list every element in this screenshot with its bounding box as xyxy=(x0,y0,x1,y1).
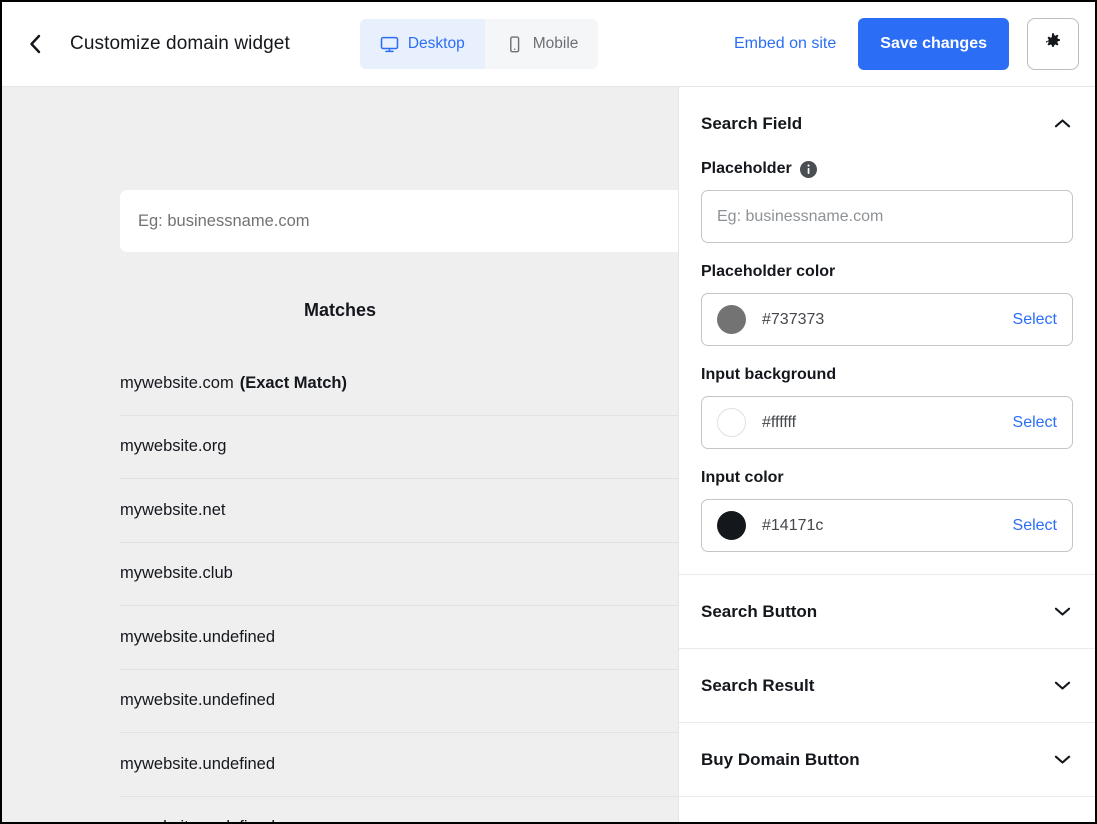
field-input-background-label: Input background xyxy=(701,366,837,383)
chevron-left-icon xyxy=(28,33,42,55)
match-row[interactable]: mywebsite.undefined xyxy=(120,606,678,670)
input-color-row[interactable]: #14171c Select xyxy=(701,499,1073,552)
save-changes-button[interactable]: Save changes xyxy=(858,18,1009,70)
section-search-result-title: Search Result xyxy=(701,675,815,695)
widget-preview: Eg: businessname.com Matches mywebsite.c… xyxy=(2,87,678,822)
phone-icon xyxy=(505,35,524,54)
input-background-row[interactable]: #ffffff Select xyxy=(701,396,1073,449)
info-icon[interactable] xyxy=(799,160,817,178)
match-domain: mywebsite.club xyxy=(120,564,233,583)
placeholder-color-value: #737373 xyxy=(762,310,825,328)
section-search-button: Search Button xyxy=(679,575,1095,649)
field-input-color: Input color #14171c Select xyxy=(701,469,1073,552)
match-row[interactable]: mywebsite.undefined xyxy=(120,797,678,822)
input-background-swatch[interactable] xyxy=(717,408,746,437)
input-color-value: #14171c xyxy=(762,516,824,534)
section-search-result: Search Result xyxy=(679,649,1095,723)
chevron-down-icon[interactable] xyxy=(1051,749,1073,771)
input-background-value: #ffffff xyxy=(762,413,797,431)
match-domain: mywebsite.undefined xyxy=(120,627,276,646)
monitor-icon xyxy=(380,35,399,54)
app-header: Customize domain widget Desktop Mobile E… xyxy=(2,2,1095,87)
field-placeholder: Placeholder xyxy=(701,160,1073,243)
match-domain: mywebsite.undefined xyxy=(120,691,276,710)
input-color-select-link[interactable]: Select xyxy=(1013,517,1057,535)
page-title: Customize domain widget xyxy=(70,33,290,54)
settings-sidebar: Search Field Placeholder Eg: businessnam… xyxy=(678,87,1095,822)
preview-search-input[interactable]: Eg: businessname.com xyxy=(120,190,678,252)
match-domain: mywebsite.com xyxy=(120,373,234,392)
field-placeholder-color: Placeholder color #737373 Select xyxy=(701,263,1073,346)
field-placeholder-label: Placeholder xyxy=(701,160,1073,178)
section-buy-domain-button: Buy Domain Button xyxy=(679,723,1095,797)
back-button[interactable] xyxy=(20,29,50,59)
field-placeholder-color-label: Placeholder color xyxy=(701,263,836,280)
section-search-field-body: Placeholder Placeh xyxy=(679,160,1095,574)
app-window: Customize domain widget Desktop Mobile E… xyxy=(0,0,1097,824)
body-area: Eg: businessname.com Matches mywebsite.c… xyxy=(2,87,1095,822)
section-search-button-title: Search Button xyxy=(701,601,818,621)
match-row[interactable]: mywebsite.net xyxy=(120,479,678,543)
section-search-button-header[interactable]: Search Button xyxy=(679,575,1095,648)
field-placeholder-label-text: Placeholder xyxy=(701,160,792,177)
match-row[interactable]: mywebsite.org xyxy=(120,416,678,479)
input-color-swatch[interactable] xyxy=(717,511,746,540)
gear-icon xyxy=(1043,32,1063,57)
chevron-down-icon[interactable] xyxy=(1051,601,1073,623)
field-input-background: Input background #ffffff Select xyxy=(701,366,1073,449)
section-search-field-title: Search Field xyxy=(701,113,803,133)
preview-content: Eg: businessname.com Matches mywebsite.c… xyxy=(120,87,678,822)
match-domain: mywebsite.net xyxy=(120,500,226,519)
tab-desktop[interactable]: Desktop xyxy=(359,19,485,69)
embed-on-site-link[interactable]: Embed on site xyxy=(734,35,836,53)
header-actions: Embed on site Save changes xyxy=(734,18,1079,70)
match-exact-tag: (Exact Match) xyxy=(239,373,347,392)
preview-search-placeholder: Eg: businessname.com xyxy=(138,211,310,230)
device-toggle: Desktop Mobile xyxy=(359,19,599,69)
match-domain: mywebsite.undefined xyxy=(120,818,275,822)
chevron-down-icon[interactable] xyxy=(1051,675,1073,697)
tab-desktop-label: Desktop xyxy=(407,35,465,52)
section-search-field: Search Field Placeholder Eg: businessnam… xyxy=(679,87,1095,575)
match-domain: mywebsite.undefined xyxy=(120,754,276,773)
placeholder-input[interactable] xyxy=(701,190,1073,243)
tab-mobile[interactable]: Mobile xyxy=(484,19,599,69)
match-row[interactable]: mywebsite.undefined xyxy=(120,733,678,797)
placeholder-color-select-link[interactable]: Select xyxy=(1013,311,1057,329)
section-buy-domain-button-title: Buy Domain Button xyxy=(701,749,860,769)
placeholder-color-row[interactable]: #737373 Select xyxy=(701,293,1073,346)
matches-list: mywebsite.com (Exact Match) mywebsite.org m… xyxy=(120,352,678,822)
matches-heading: Matches xyxy=(303,300,377,320)
input-background-select-link[interactable]: Select xyxy=(1013,414,1057,432)
match-domain: mywebsite.org xyxy=(120,437,227,456)
tab-mobile-label: Mobile xyxy=(532,35,579,52)
field-input-color-label: Input color xyxy=(701,469,784,486)
section-buy-domain-button-header[interactable]: Buy Domain Button xyxy=(679,723,1095,796)
chevron-up-icon[interactable] xyxy=(1051,113,1073,135)
match-row[interactable]: mywebsite.club xyxy=(120,543,678,606)
placeholder-color-swatch[interactable] xyxy=(717,305,746,334)
settings-button[interactable] xyxy=(1027,18,1079,70)
match-row[interactable]: mywebsite.undefined xyxy=(120,670,678,733)
section-search-result-header[interactable]: Search Result xyxy=(679,649,1095,722)
section-search-field-header[interactable]: Search Field xyxy=(679,87,1095,160)
match-row[interactable]: mywebsite.com (Exact Match) xyxy=(120,352,678,416)
